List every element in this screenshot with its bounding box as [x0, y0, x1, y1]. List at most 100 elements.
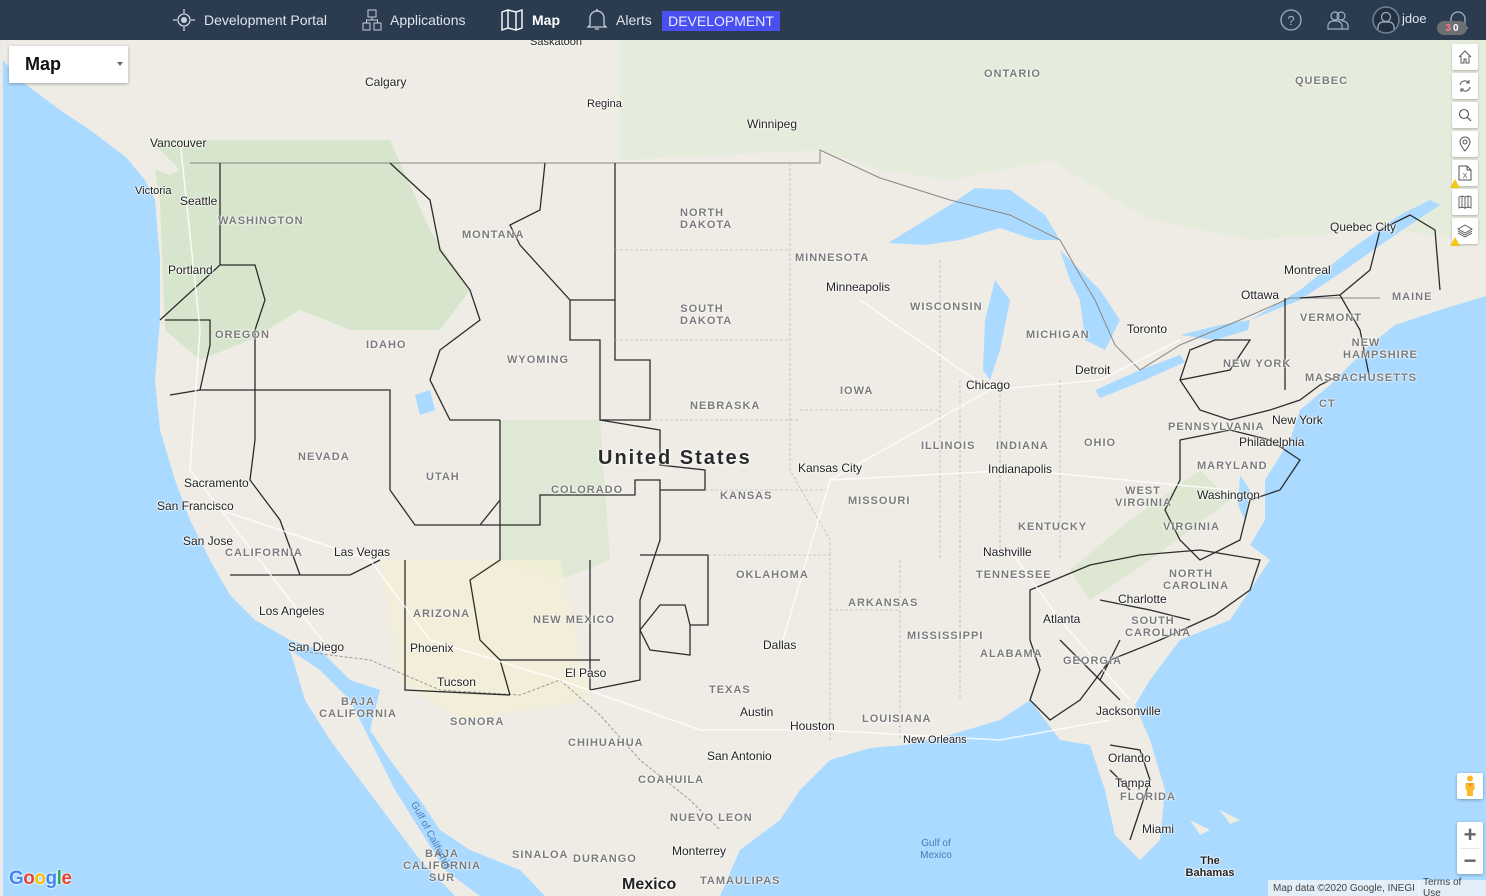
chevron-down-icon — [117, 62, 123, 66]
city-label: Dallas — [763, 638, 797, 652]
nav-label: Development Portal — [204, 12, 327, 28]
region-label: MONTANA — [462, 229, 525, 241]
svg-text:X: X — [1463, 173, 1468, 180]
zoom-out-button[interactable]: − — [1457, 848, 1483, 874]
region-label: NEW HAMPSHIRE — [1343, 337, 1419, 361]
city-label: Montreal — [1284, 263, 1331, 277]
nav-development-portal[interactable]: Development Portal — [172, 0, 327, 40]
street-view-pegman[interactable] — [1457, 773, 1483, 799]
city-label: Nashville — [983, 545, 1032, 559]
city-label: Orlando — [1108, 751, 1151, 765]
nav-applications[interactable]: Applications — [362, 0, 466, 40]
location-pin-icon — [1459, 136, 1471, 152]
error-count: 3 — [1445, 22, 1451, 34]
nav-label: Alerts — [616, 12, 652, 28]
zoom-in-button[interactable]: + — [1457, 822, 1483, 848]
city-label: El Paso — [565, 666, 607, 680]
map-canvas[interactable]: Map United States Mexico Saskatoon Calga… — [0, 40, 1486, 896]
nav-alerts[interactable]: Alerts — [586, 0, 652, 40]
city-label: Portland — [168, 263, 213, 277]
region-label: INDIANA — [996, 440, 1049, 452]
city-label: Philadelphia — [1239, 435, 1305, 449]
bahamas-island — [1190, 810, 1240, 835]
region-label: VERMONT — [1300, 312, 1362, 324]
help-icon[interactable]: ? — [1279, 8, 1303, 32]
users-icon[interactable] — [1326, 8, 1350, 32]
city-label: Atlanta — [1043, 612, 1081, 626]
map-type-selector[interactable]: Map — [9, 46, 128, 83]
bell-icon — [586, 9, 608, 30]
nav-label: Map — [532, 12, 560, 28]
region-label: ILLINOIS — [921, 440, 976, 452]
refresh-icon — [1459, 80, 1471, 92]
excel-export-icon: X — [1458, 165, 1472, 181]
city-label: Victoria — [135, 185, 172, 197]
city-label: Winnipeg — [747, 117, 798, 131]
city-label: Phoenix — [410, 641, 454, 655]
region-label: UTAH — [426, 471, 460, 483]
city-label: New York — [1272, 413, 1323, 427]
city-label: Austin — [740, 705, 774, 719]
region-label: KENTUCKY — [1018, 521, 1088, 533]
terms-of-use-link[interactable]: Terms of Use — [1418, 877, 1486, 896]
info-count: 0 — [1453, 22, 1459, 34]
map-left-border — [0, 40, 3, 896]
home-button[interactable] — [1452, 44, 1478, 70]
region-label: NEW MEXICO — [533, 614, 616, 626]
region-label: WYOMING — [507, 354, 569, 366]
warning-icon — [1450, 237, 1460, 246]
region-label: NORTH CAROLINA — [1163, 568, 1230, 592]
city-label: Quebec City — [1330, 220, 1397, 234]
map-attribution: Map data ©2020 Google, INEGI — [1268, 880, 1420, 896]
refresh-button[interactable] — [1452, 73, 1478, 99]
city-label: Regina — [587, 98, 622, 110]
zoom-divider — [1461, 848, 1479, 849]
region-label: NEBRASKA — [690, 400, 761, 412]
city-label: San Diego — [288, 640, 345, 654]
city-label: Detroit — [1075, 363, 1111, 377]
location-button[interactable] — [1452, 131, 1478, 157]
layers-icon — [1457, 224, 1473, 238]
region-label: MICHIGAN — [1026, 329, 1090, 341]
region-label: KANSAS — [720, 490, 773, 502]
city-label: San Francisco — [157, 499, 234, 513]
region-label: ARKANSAS — [848, 597, 919, 609]
region-label: COLORADO — [551, 484, 624, 496]
region-label: VIRGINIA — [1163, 521, 1220, 533]
home-icon — [1458, 50, 1472, 64]
username[interactable]: jdoe — [1402, 11, 1427, 26]
region-label: GEORGIA — [1063, 655, 1122, 667]
warning-icon — [1450, 179, 1460, 188]
layers-button[interactable] — [1450, 218, 1478, 246]
notification-count-badge[interactable]: 3 0 — [1437, 21, 1467, 35]
city-label: Tampa — [1115, 776, 1152, 790]
map-layout-button[interactable] — [1452, 189, 1478, 215]
city-label: San Antonio — [707, 749, 772, 763]
water-label: Gulf of Mexico — [920, 838, 952, 861]
region-label: TAMAULIPAS — [700, 875, 781, 887]
city-label: Sacramento — [184, 476, 249, 490]
region-label: COAHUILA — [638, 774, 705, 786]
region-label: BAJA CALIFORNIA — [319, 696, 397, 720]
sitemap-icon — [362, 9, 382, 31]
region-label: MASSACHUSETTS — [1305, 372, 1418, 384]
excel-export-button[interactable]: X — [1450, 160, 1478, 188]
region-label: NEW YORK — [1223, 358, 1292, 370]
region-label: The Bahamas — [1185, 855, 1235, 879]
region-label: WISCONSIN — [910, 301, 983, 313]
user-avatar-icon[interactable] — [1372, 6, 1400, 34]
region-label: CALIFORNIA — [225, 547, 303, 559]
nav-map[interactable]: Map — [500, 0, 560, 40]
region-label: WASHINGTON — [218, 215, 304, 227]
city-label: Minneapolis — [826, 280, 891, 294]
region-label: NORTH DAKOTA — [680, 207, 733, 231]
map-type-label: Map — [25, 54, 61, 74]
google-logo[interactable]: Google — [9, 868, 72, 890]
region-label: NEVADA — [298, 451, 350, 463]
city-label: Tucson — [437, 675, 476, 689]
city-label: Seattle — [180, 194, 218, 208]
region-label: CHIHUAHUA — [568, 737, 644, 749]
search-button[interactable] — [1452, 102, 1478, 128]
city-label: Monterrey — [672, 844, 727, 858]
region-label: IOWA — [840, 385, 874, 397]
